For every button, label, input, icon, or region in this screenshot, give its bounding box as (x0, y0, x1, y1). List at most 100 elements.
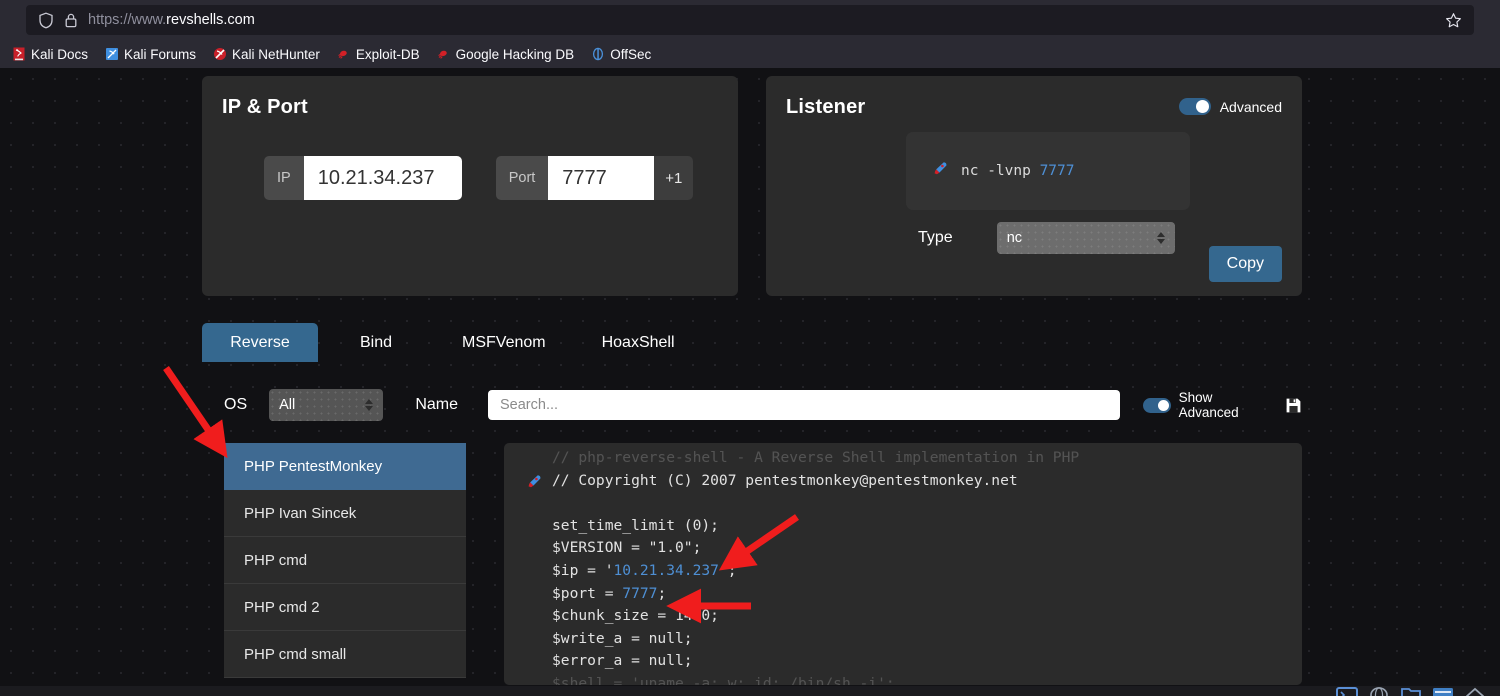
os-select-value: All (279, 397, 296, 413)
chevron-updown-icon (1156, 232, 1165, 244)
listener-type-row: Type nc (918, 222, 1175, 254)
show-advanced-toggle[interactable]: Show Advanced (1143, 390, 1302, 420)
kali-dragon-icon (11, 47, 26, 62)
tab-msfvenom[interactable]: MSFVenom (434, 323, 574, 362)
kali-nethunter-icon (212, 47, 227, 62)
search-input[interactable] (488, 390, 1121, 420)
url-scheme: https://www. (88, 12, 167, 28)
code-line: $VERSION = "1.0"; (552, 539, 702, 557)
bookmark-kali-nethunter[interactable]: Kali NetHunter (205, 44, 327, 65)
payload-list: PHP PentestMonkey PHP Ivan Sincek PHP cm… (224, 443, 466, 685)
bookmarks-bar: Kali Docs Kali Forums Kali NetHunter Exp… (0, 40, 1500, 68)
code-line: $write_a = null; (552, 629, 693, 647)
list-item[interactable]: PHP Ivan Sincek (224, 490, 466, 537)
home-icon[interactable] (1464, 687, 1486, 696)
bookmark-exploit-db[interactable]: Exploit-DB (329, 44, 427, 65)
bookmark-offsec[interactable]: OffSec (583, 44, 658, 65)
browser-chrome: https://www.revshells.com Kali Docs Kali… (0, 0, 1500, 68)
listener-command-text: nc -lvnp 7777 (961, 163, 1075, 179)
advanced-toggle[interactable]: Advanced (1178, 98, 1282, 115)
chevron-updown-icon (365, 399, 374, 411)
code-line: // Copyright (C) 2007 pentestmonkey@pent… (552, 471, 1018, 489)
url-domain: revshells.com (166, 12, 255, 28)
listener-type-value: nc (1006, 230, 1023, 246)
copy-button[interactable]: Copy (1208, 246, 1282, 282)
bookmark-label: Kali Forums (124, 46, 197, 62)
advanced-label: Advanced (1219, 98, 1282, 115)
listener-command-box[interactable]: nc -lvnp 7777 (906, 132, 1190, 210)
tab-bind[interactable]: Bind (318, 323, 434, 362)
bookmark-label: Kali NetHunter (232, 46, 320, 62)
files-icon[interactable] (1400, 687, 1422, 696)
lock-icon[interactable] (64, 12, 78, 29)
tab-reverse[interactable]: Reverse (202, 323, 318, 362)
bookmark-kali-docs[interactable]: Kali Docs (4, 44, 95, 65)
show-advanced-switch[interactable] (1143, 397, 1171, 413)
port-input[interactable] (548, 156, 655, 200)
payload-body-row: PHP PentestMonkey PHP Ivan Sincek PHP cm… (202, 443, 1302, 685)
ip-addon-label: IP (264, 156, 304, 200)
code-line: // php-reverse-shell - A Reverse Shell i… (552, 449, 1080, 466)
code-line: $shell = 'uname -a; w; id; /bin/sh -i'; (552, 674, 895, 685)
port-increment-button[interactable]: +1 (654, 156, 694, 200)
terminal-icon[interactable] (1336, 687, 1358, 696)
bookmark-label: OffSec (610, 46, 652, 62)
port-input-group: Port +1 (495, 156, 694, 200)
code-line-ip: $ip = '10.21.34.237'; (552, 561, 737, 579)
list-item[interactable]: PHP PentestMonkey (224, 443, 466, 490)
code-panel[interactable]: // php-reverse-shell - A Reverse Shell i… (504, 443, 1302, 685)
rocket-icon (526, 473, 543, 493)
rocket-icon (932, 160, 949, 182)
os-select[interactable]: All (269, 389, 384, 421)
tab-hoaxshell[interactable]: HoaxShell (574, 323, 703, 362)
bookmark-kali-forums[interactable]: Kali Forums (97, 44, 203, 65)
taskbar-icons (1336, 687, 1486, 696)
content-container: IP & Port IP Port +1 Listener Advanced (202, 68, 1302, 685)
code-content: // php-reverse-shell - A Reverse Shell i… (516, 447, 1302, 685)
ip-port-card-title: IP & Port (222, 96, 308, 118)
offsec-icon (590, 47, 605, 62)
code-line: $error_a = null; (552, 652, 693, 670)
bookmark-label: Exploit-DB (355, 46, 420, 62)
port-addon-label: Port (495, 156, 549, 200)
exploit-db-icon (336, 47, 351, 62)
bookmark-star-icon[interactable] (1438, 6, 1468, 34)
google-hacking-db-icon (436, 47, 451, 62)
ip-input-group: IP (264, 156, 462, 200)
name-label: Name (415, 396, 458, 413)
url-text[interactable]: https://www.revshells.com (88, 12, 1428, 28)
advanced-switch[interactable] (1178, 98, 1211, 115)
code-line-port: $port = 7777; (552, 584, 667, 602)
floppy-save-icon[interactable] (1285, 397, 1302, 414)
show-advanced-label: Show Advanced (1178, 390, 1239, 420)
code-panel-wrap: // php-reverse-shell - A Reverse Shell i… (504, 443, 1302, 685)
filter-row: OS All Name Show Advanced (202, 385, 1302, 425)
listener-card: Listener Advanced nc -lvnp 7777 Type nc … (766, 76, 1302, 296)
list-item[interactable]: PHP cmd 2 (224, 584, 466, 631)
bookmark-google-hacking-db[interactable]: Google Hacking DB (429, 44, 582, 65)
list-item[interactable]: PHP cmd small (224, 631, 466, 678)
type-label: Type (918, 229, 953, 246)
code-line: set_time_limit (0); (552, 516, 719, 534)
list-item[interactable]: PHP cmd (224, 537, 466, 584)
ip-port-inputs: IP Port +1 (202, 156, 738, 200)
listener-type-select[interactable]: nc (996, 222, 1175, 254)
listener-command-prefix: nc -lvnp (961, 163, 1040, 179)
listener-command-port: 7777 (1039, 163, 1075, 179)
editor-icon[interactable] (1432, 687, 1454, 696)
cards-row: IP & Port IP Port +1 Listener Advanced (202, 68, 1302, 296)
ip-input[interactable] (303, 156, 462, 200)
bookmark-label: Kali Docs (31, 46, 89, 62)
urlbar-row: https://www.revshells.com (0, 0, 1500, 40)
shield-icon[interactable] (38, 12, 54, 29)
code-line: $chunk_size = 1400; (552, 607, 719, 625)
address-bar[interactable]: https://www.revshells.com (26, 5, 1474, 35)
page-content: IP & Port IP Port +1 Listener Advanced (0, 68, 1500, 696)
shell-type-tabs: Reverse Bind MSFVenom HoaxShell (202, 323, 1302, 362)
taskbar (0, 686, 1500, 696)
os-label: OS (224, 396, 248, 413)
browser-icon[interactable] (1368, 687, 1390, 696)
bookmark-label: Google Hacking DB (455, 46, 575, 62)
ip-port-card: IP & Port IP Port +1 (202, 76, 738, 296)
